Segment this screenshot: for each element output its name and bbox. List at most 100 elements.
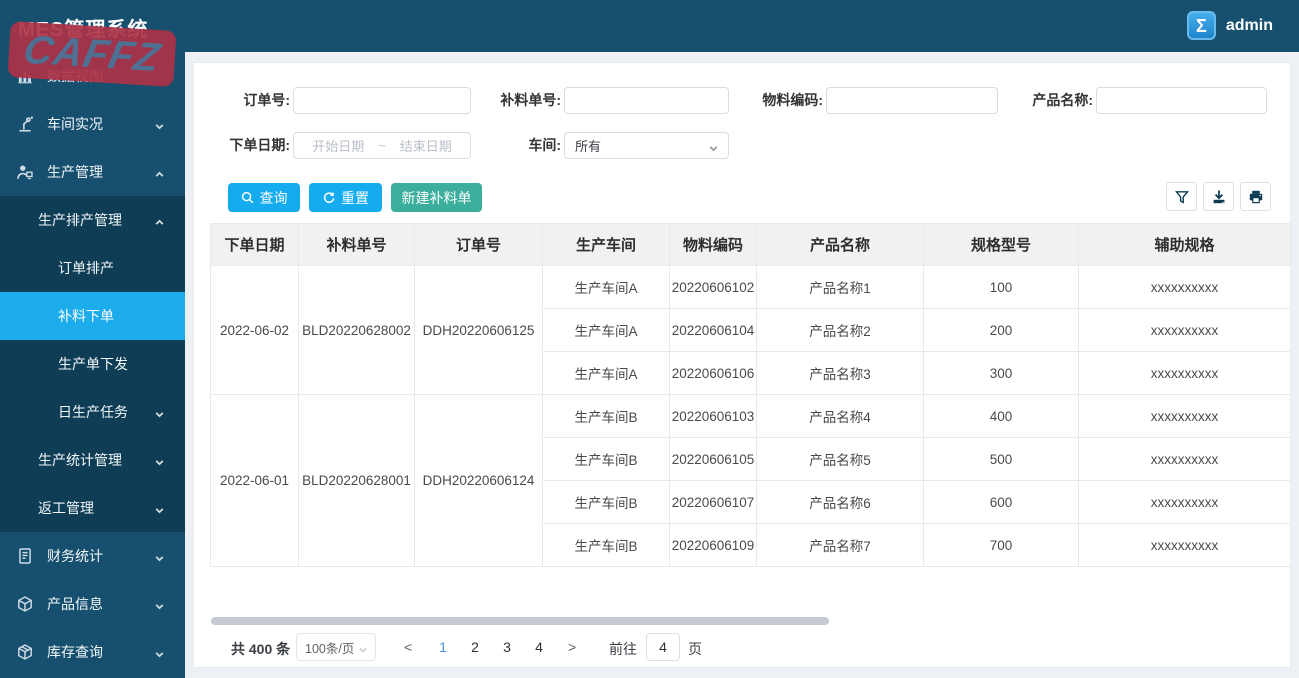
document-icon	[16, 547, 36, 565]
cell-aux: xxxxxxxxxx	[1078, 394, 1291, 438]
sidebar-item-label: 财务统计	[47, 548, 103, 564]
sidebar-item-inventory-query[interactable]: 库存查询	[0, 628, 185, 676]
sidebar-item-product-info[interactable]: 产品信息	[0, 580, 185, 628]
page-size-value: 100条/页	[305, 641, 355, 656]
caffz-watermark-logo: CAFFZ	[7, 20, 177, 88]
chevron-down-icon	[154, 407, 165, 423]
cell-aux: xxxxxxxxxx	[1078, 308, 1291, 352]
cell-order-no: DDH20220606125	[414, 265, 543, 395]
sidebar-item-production-mgmt[interactable]: 生产管理	[0, 148, 185, 196]
download-button[interactable]	[1203, 182, 1234, 211]
product-name-input[interactable]	[1096, 87, 1267, 114]
funnel-icon	[1174, 189, 1190, 205]
chevron-down-icon	[154, 647, 165, 663]
cell-workshop: 生产车间B	[542, 394, 670, 438]
material-code-input[interactable]	[826, 87, 998, 114]
cell-workshop: 生产车间A	[542, 308, 670, 352]
page-number-4[interactable]: 4	[527, 639, 551, 655]
sidebar-item-rework-mgmt[interactable]: 返工管理	[0, 484, 185, 532]
sidebar-item-order-scheduling[interactable]: 订单排产	[0, 244, 185, 292]
robot-arm-icon	[16, 115, 36, 133]
cell-material: 20220606104	[669, 308, 757, 352]
workshop-selected-value: 所有	[575, 139, 602, 154]
sidebar: 数据视图 车间实况 生产管理 生产排产管理	[0, 52, 185, 678]
sidebar-item-production-issue[interactable]: 生产单下发	[0, 340, 185, 388]
refresh-icon	[322, 191, 335, 204]
reset-button-label: 重置	[341, 189, 369, 206]
cell-replenish-no: BLD20220628001	[298, 394, 415, 567]
sidebar-item-label: 库存查询	[47, 644, 103, 660]
page-number-3[interactable]: 3	[495, 639, 519, 655]
search-button[interactable]: 查询	[228, 183, 300, 212]
col-header-product: 产品名称	[756, 223, 924, 266]
sidebar-item-workshop-live[interactable]: 车间实况	[0, 100, 185, 148]
cell-workshop: 生产车间B	[542, 480, 670, 524]
sidebar-item-replenish-order[interactable]: 补料下单	[0, 292, 185, 340]
cell-spec: 200	[923, 308, 1079, 352]
table-row[interactable]: 2022-06-02 BLD20220628002 DDH20220606125…	[210, 265, 1291, 395]
col-header-aux-spec: 辅助规格	[1078, 223, 1291, 266]
reset-button[interactable]: 重置	[309, 183, 382, 212]
prev-page-button[interactable]: <	[404, 639, 412, 655]
chevron-up-icon	[154, 167, 165, 183]
cell-material: 20220606102	[669, 265, 757, 309]
next-page-button[interactable]: >	[568, 639, 576, 655]
user-box[interactable]: Σ admin	[1186, 11, 1273, 40]
page-number-1[interactable]: 1	[431, 639, 455, 655]
col-header-workshop: 生产车间	[542, 223, 670, 266]
cell-order-no: DDH20220606124	[414, 394, 543, 567]
goto-page-input[interactable]	[646, 633, 680, 661]
print-button[interactable]	[1240, 182, 1271, 211]
chevron-down-icon	[154, 503, 165, 519]
create-replenish-button[interactable]: 新建补料单	[391, 183, 482, 212]
cell-spec: 700	[923, 523, 1079, 567]
sidebar-item-label: 生产统计管理	[38, 452, 122, 468]
cell-aux: xxxxxxxxxx	[1078, 480, 1291, 524]
cell-material: 20220606105	[669, 437, 757, 481]
order-date-range-input[interactable]: 开始日期 ~ 结束日期	[293, 132, 471, 159]
page-number-2[interactable]: 2	[463, 639, 487, 655]
sidebar-item-scheduling-mgmt[interactable]: 生产排产管理	[0, 196, 185, 244]
cell-order-date: 2022-06-02	[210, 265, 299, 395]
sidebar-item-label: 生产管理	[47, 164, 103, 180]
horizontal-scrollbar[interactable]	[211, 617, 829, 625]
cell-aux: xxxxxxxxxx	[1078, 437, 1291, 481]
chevron-down-icon	[154, 599, 165, 615]
cell-aux: xxxxxxxxxx	[1078, 265, 1291, 309]
table-row[interactable]: 2022-06-01 BLD20220628001 DDH20220606124…	[210, 394, 1291, 567]
cell-workshop: 生产车间A	[542, 351, 670, 395]
replenish-no-input[interactable]	[564, 87, 729, 114]
col-header-material: 物料编码	[669, 223, 757, 266]
cell-workshop: 生产车间A	[542, 265, 670, 309]
sidebar-item-label: 产品信息	[47, 596, 103, 612]
material-code-label: 物料编码:	[762, 92, 823, 108]
sidebar-item-label: 生产排产管理	[38, 212, 122, 228]
user-avatar[interactable]: Σ	[1186, 11, 1216, 40]
table-header-row: 下单日期 补料单号 订单号 生产车间 物料编码 产品名称 规格型号 辅助规格	[210, 223, 1291, 266]
cell-workshop: 生产车间B	[542, 437, 670, 481]
product-name-label: 产品名称:	[1032, 92, 1093, 108]
cell-material: 20220606103	[669, 394, 757, 438]
chevron-down-icon	[708, 142, 719, 157]
replenish-no-label: 补料单号:	[500, 92, 561, 108]
cell-material: 20220606107	[669, 480, 757, 524]
operator-icon	[16, 163, 36, 181]
sidebar-item-finance-stats[interactable]: 财务统计	[0, 532, 185, 580]
order-date-label: 下单日期:	[229, 137, 290, 153]
username: admin	[1225, 16, 1273, 34]
filter-button[interactable]	[1166, 182, 1197, 211]
sidebar-item-production-stats[interactable]: 生产统计管理	[0, 436, 185, 484]
col-header-replenish-no: 补料单号	[298, 223, 415, 266]
order-no-input[interactable]	[293, 87, 471, 114]
workshop-select[interactable]: 所有	[564, 132, 729, 159]
sidebar-item-label: 返工管理	[38, 500, 94, 516]
cell-workshop: 生产车间B	[542, 523, 670, 567]
page-size-select[interactable]: 100条/页	[296, 633, 376, 661]
production-submenu: 生产排产管理 订单排产 补料下单 生产单下发 日生产任务 生产统计管理 返工管理	[0, 196, 185, 532]
replenish-orders-table: 下单日期 补料单号 订单号 生产车间 物料编码 产品名称 规格型号 辅助规格 2…	[210, 223, 1291, 567]
chevron-down-icon	[154, 551, 165, 567]
col-header-order-no: 订单号	[414, 223, 543, 266]
cell-material: 20220606106	[669, 351, 757, 395]
chevron-down-icon	[154, 455, 165, 471]
sidebar-item-daily-tasks[interactable]: 日生产任务	[0, 388, 185, 436]
